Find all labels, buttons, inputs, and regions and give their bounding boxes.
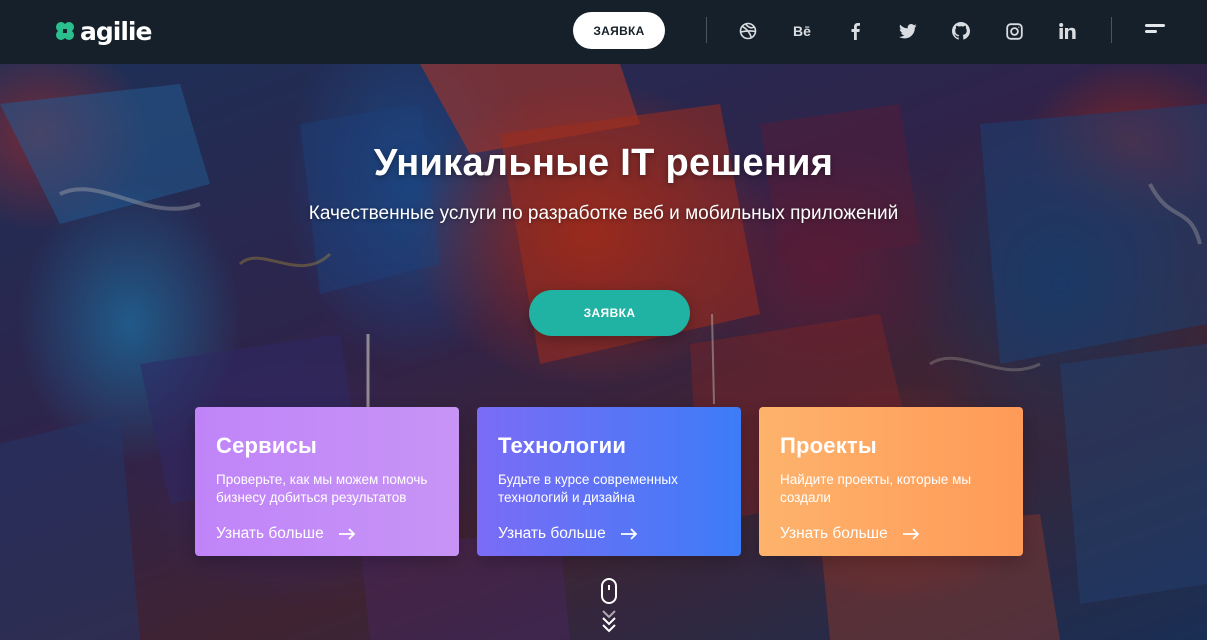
learn-more-label: Узнать больше <box>216 525 324 542</box>
instagram-link[interactable] <box>1002 20 1026 42</box>
twitter-link[interactable] <box>896 20 920 42</box>
mouse-scroll-icon <box>601 578 617 633</box>
menu-button[interactable] <box>1145 24 1167 38</box>
card-title: Проекты <box>780 433 877 458</box>
clover-icon <box>56 22 74 40</box>
hero-subtitle: Качественные услуги по разработке веб и … <box>308 203 899 224</box>
arrow-right-icon <box>338 528 356 540</box>
behance-icon: Bē <box>793 23 811 39</box>
learn-more-link[interactable]: Узнать больше <box>780 525 920 543</box>
brand-logo[interactable]: agilie <box>54 15 152 47</box>
arrow-right-icon <box>902 528 920 540</box>
facebook-link[interactable] <box>843 20 867 42</box>
top-header: agilie ЗАЯВКА Bē <box>0 0 1207 64</box>
instagram-icon <box>1005 22 1023 40</box>
services-card[interactable]: Сервисы Проверьте, как мы можем помочь б… <box>195 407 459 556</box>
scroll-down-button[interactable] <box>600 578 618 640</box>
technologies-card[interactable]: Технологии Будьте в курсе современных те… <box>477 407 741 556</box>
dribbble-icon <box>739 22 757 40</box>
hero-title: Уникальные IT решения <box>373 142 834 184</box>
card-title: Сервисы <box>216 433 318 458</box>
github-icon <box>952 22 970 40</box>
learn-more-link[interactable]: Узнать больше <box>498 525 638 543</box>
card-description: Найдите проекты, которые мы создали <box>780 472 972 505</box>
behance-link[interactable]: Bē <box>790 20 814 42</box>
linkedin-link[interactable] <box>1055 20 1079 42</box>
facebook-icon <box>851 23 860 40</box>
learn-more-label: Узнать больше <box>780 525 888 542</box>
linkedin-icon <box>1058 23 1076 39</box>
header-divider-right <box>1111 17 1112 43</box>
card-description: Будьте в курсе современных технологий и … <box>498 472 678 505</box>
hero-section: Уникальные IT решения Качественные услуг… <box>0 64 1207 640</box>
twitter-icon <box>899 23 917 38</box>
github-link[interactable] <box>949 20 973 42</box>
header-request-button[interactable]: ЗАЯВКА <box>573 12 665 49</box>
card-description: Проверьте, как мы можем помочь бизнесу д… <box>216 472 428 505</box>
arrow-right-icon <box>620 528 638 540</box>
learn-more-link[interactable]: Узнать больше <box>216 525 356 543</box>
projects-card[interactable]: Проекты Найдите проекты, которые мы созд… <box>759 407 1023 556</box>
hero-request-button[interactable]: ЗАЯВКА <box>529 290 690 336</box>
dribbble-link[interactable] <box>736 20 760 42</box>
card-title: Технологии <box>498 433 627 458</box>
logo-text: agilie <box>80 16 152 46</box>
header-divider-left <box>706 17 707 43</box>
learn-more-label: Узнать больше <box>498 525 606 542</box>
